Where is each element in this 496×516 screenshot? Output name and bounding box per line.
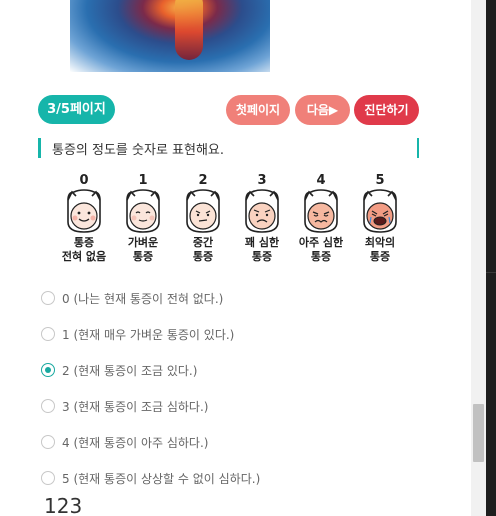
radio-button[interactable]: [41, 291, 55, 305]
crying-face-icon: [363, 189, 397, 233]
option-label[interactable]: 1 (현재 매우 가벼운 통증이 있다.): [62, 326, 234, 343]
pain-face-label-line1: 가벼운: [127, 236, 159, 249]
survey-page: 3/5페이지 첫페이지 다음▶ 진단하기 통증의 정도를 숫자로 표현해요. 0…: [0, 0, 471, 516]
pain-face-1: 1 가벼운 통증: [113, 174, 173, 264]
pain-option-4[interactable]: 4 (현재 통증이 아주 심하다.): [40, 432, 420, 452]
pain-option-0[interactable]: 0 (나는 현재 통증이 전혀 없다.): [40, 288, 420, 308]
diagnose-button[interactable]: 진단하기: [354, 95, 419, 125]
scrollbar-thumb[interactable]: [473, 404, 484, 462]
pain-face-label-line1: 꽤 심한: [244, 236, 280, 249]
pain-face-3: 3 꽤 심한 통증: [232, 174, 292, 264]
option-label[interactable]: 5 (현재 통증이 상상할 수 없이 심하다.): [62, 470, 260, 487]
next-button[interactable]: 다음▶: [295, 95, 350, 125]
content-face-icon: [126, 189, 160, 233]
pain-face-label-line2: 통증: [251, 250, 273, 263]
editor-divider: [486, 272, 496, 273]
grimacing-face-icon: [304, 189, 338, 233]
option-label[interactable]: 3 (현재 통증이 조금 심하다.): [62, 398, 208, 415]
pain-face-number: 0: [79, 173, 89, 188]
option-label[interactable]: 0 (나는 현재 통증이 전혀 없다.): [62, 290, 223, 307]
bottom-value-text: 123: [44, 494, 83, 516]
pain-face-label-line2: 전혀 없음: [61, 250, 107, 263]
page-indicator-badge: 3/5페이지: [38, 95, 115, 124]
pain-face-label-line1: 아주 심한: [298, 236, 344, 249]
radio-button[interactable]: [41, 435, 55, 449]
spine-highlight: [175, 0, 203, 60]
pain-face-label-line1: 최악의: [364, 236, 396, 249]
smiling-face-icon: [67, 189, 101, 233]
pain-option-1[interactable]: 1 (현재 매우 가벼운 통증이 있다.): [40, 324, 420, 344]
pain-face-number: 1: [138, 173, 148, 188]
radio-button[interactable]: [41, 399, 55, 413]
pain-face-number: 5: [375, 173, 385, 188]
pain-face-2: 2 중간 통증: [173, 174, 233, 264]
pain-face-5: 5 최악의 통증: [350, 174, 410, 264]
option-label[interactable]: 2 (현재 통증이 조금 있다.): [62, 362, 197, 379]
radio-button[interactable]: [41, 327, 55, 341]
pain-option-5[interactable]: 5 (현재 통증이 상상할 수 없이 심하다.): [40, 468, 420, 488]
vertical-scrollbar[interactable]: [471, 0, 486, 516]
pain-face-label-line1: 통증: [73, 236, 95, 249]
pain-face-4: 4 아주 심한 통증: [291, 174, 351, 264]
frowning-face-icon: [245, 189, 279, 233]
question-left-bar: [38, 138, 41, 158]
option-label[interactable]: 4 (현재 통증이 아주 심하다.): [62, 434, 208, 451]
pain-option-2[interactable]: 2 (현재 통증이 조금 있다.): [40, 360, 420, 380]
pain-face-0: 0 통증 전혀 없음: [54, 174, 114, 264]
pain-face-number: 3: [257, 173, 267, 188]
pain-face-label-line2: 통증: [310, 250, 332, 263]
pain-face-number: 4: [316, 173, 326, 188]
pain-face-number: 2: [198, 173, 208, 188]
radio-button-selected[interactable]: [41, 363, 55, 377]
radio-button[interactable]: [41, 471, 55, 485]
question-text: 통증의 정도를 숫자로 표현해요.: [52, 143, 225, 158]
question-box: 통증의 정도를 숫자로 표현해요.: [38, 138, 419, 158]
first-page-button[interactable]: 첫페이지: [226, 95, 290, 125]
pain-option-3[interactable]: 3 (현재 통증이 조금 심하다.): [40, 396, 420, 416]
neutral-face-icon: [186, 189, 220, 233]
spine-pain-image: [70, 0, 270, 72]
question-right-bar: [417, 138, 419, 158]
adjacent-editor-strip: [486, 0, 496, 516]
pain-face-label-line1: 중간: [192, 236, 214, 249]
pain-face-label-line2: 통증: [192, 250, 214, 263]
pain-face-label-line2: 통증: [132, 250, 154, 263]
pain-face-label-line2: 통증: [369, 250, 391, 263]
